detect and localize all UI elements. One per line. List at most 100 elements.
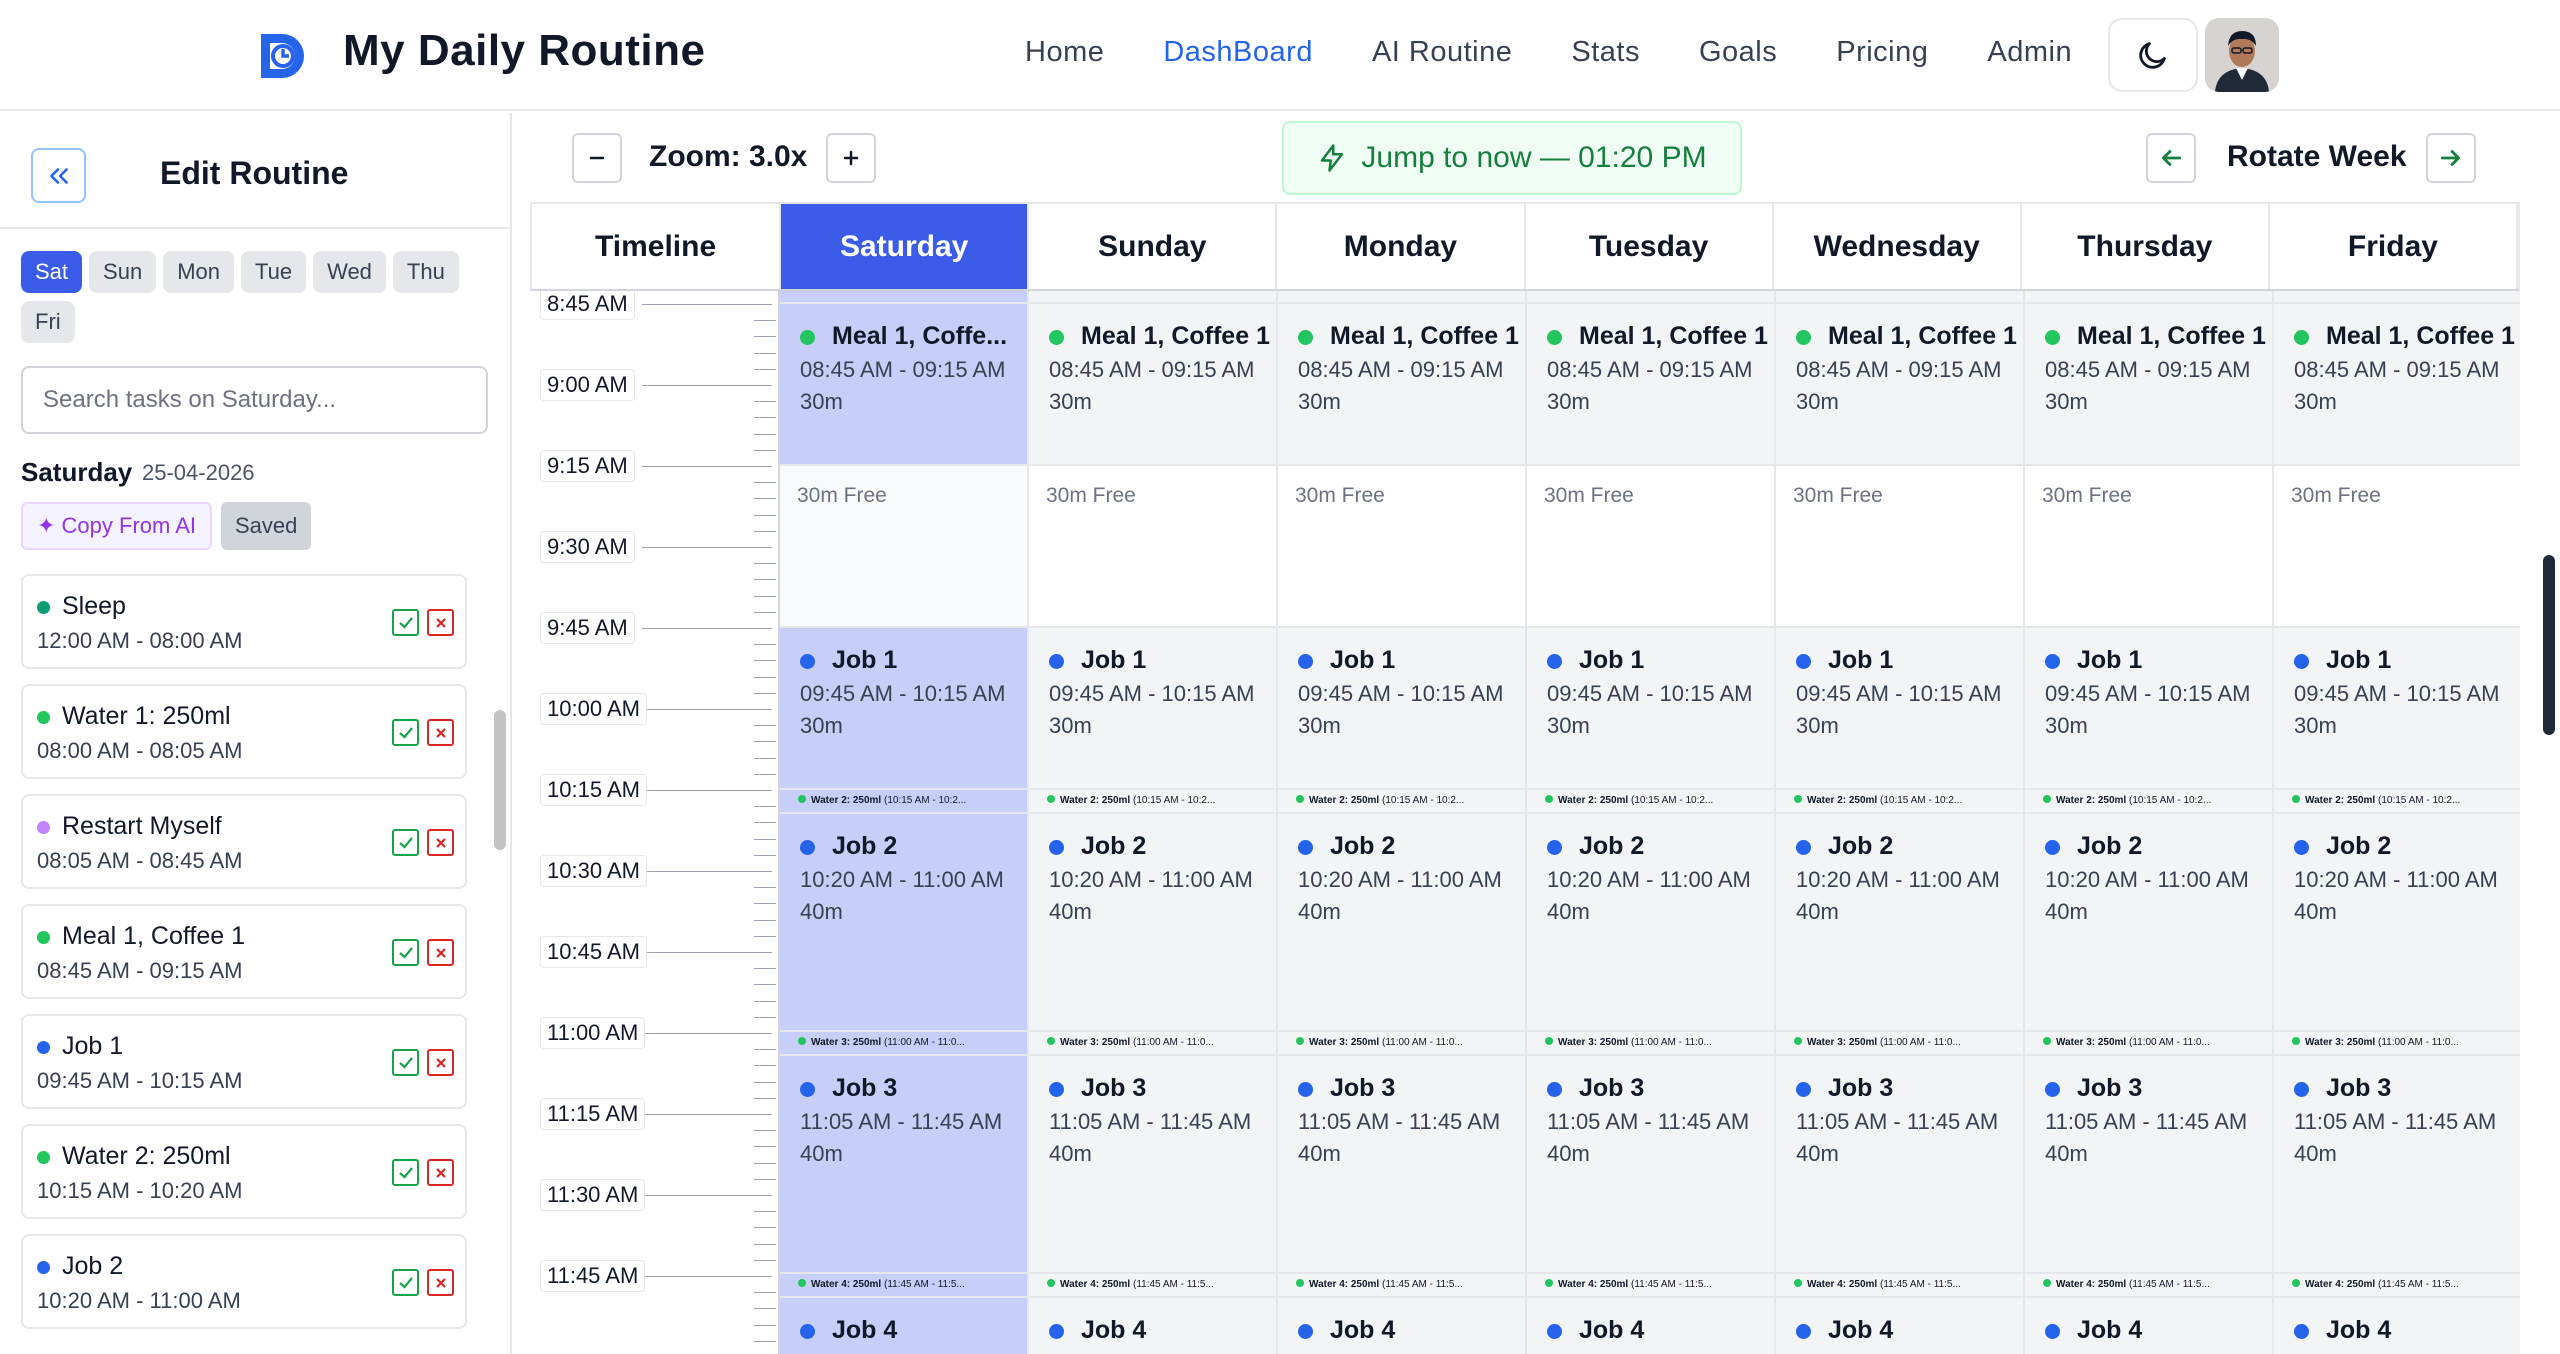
water-task-block[interactable]: Water 4: 250ml (11:45 AM - 11:5... — [1029, 1274, 1276, 1298]
rotate-week-next-button[interactable] — [2426, 133, 2476, 183]
water-task-block[interactable]: Water 2: 250ml (10:15 AM - 10:2... — [1278, 790, 1525, 814]
nav-pricing[interactable]: Pricing — [1836, 36, 1928, 69]
task-block[interactable]: Job 2 10:20 AM - 11:00 AM 40m — [1278, 814, 1525, 1032]
theme-toggle-button[interactable] — [2108, 18, 2198, 92]
task-block[interactable]: Job 3 11:05 AM - 11:45 AM 40m — [1527, 1056, 1774, 1274]
day-tab-mon[interactable]: Mon — [163, 251, 234, 293]
task-card[interactable]: Restart Myself 08:05 AM - 08:45 AM — [21, 794, 467, 889]
water-task-block[interactable]: Water 2: 250ml (10:15 AM - 10:2... — [780, 790, 1027, 814]
task-card[interactable]: Meal 1, Coffee 1 08:45 AM - 09:15 AM — [21, 904, 467, 999]
zoom-out-button[interactable] — [572, 133, 622, 183]
free-slot-block[interactable]: 30m Free — [780, 466, 1027, 628]
task-card[interactable]: Job 1 09:45 AM - 10:15 AM — [21, 1014, 467, 1109]
water-task-block[interactable]: Water 3: 250ml (11:00 AM - 11:0... — [2274, 1032, 2520, 1056]
jump-to-now-button[interactable]: Jump to now — 01:20 PM — [1282, 121, 1742, 195]
copy-from-ai-button[interactable]: ✦ Copy From AI — [21, 502, 213, 550]
water-task-block[interactable]: Water 2: 250ml (10:15 AM - 10:2... — [1029, 790, 1276, 814]
confirm-task-button[interactable] — [392, 1049, 419, 1076]
previous-task-block[interactable] — [1029, 291, 1276, 304]
confirm-task-button[interactable] — [392, 1269, 419, 1296]
task-block[interactable]: Job 1 09:45 AM - 10:15 AM 30m — [1776, 628, 2023, 790]
task-block[interactable]: Job 4 — [780, 1298, 1027, 1354]
nav-home[interactable]: Home — [1025, 36, 1104, 69]
water-task-block[interactable]: Water 4: 250ml (11:45 AM - 11:5... — [2274, 1274, 2520, 1298]
delete-task-button[interactable] — [427, 1049, 454, 1076]
saved-button[interactable]: Saved — [221, 502, 312, 550]
day-tab-wed[interactable]: Wed — [313, 251, 386, 293]
day-header-tuesday[interactable]: Tuesday — [1526, 204, 1774, 289]
previous-task-block[interactable] — [1278, 291, 1525, 304]
task-block[interactable]: Job 1 09:45 AM - 10:15 AM 30m — [2025, 628, 2272, 790]
nav-stats[interactable]: Stats — [1571, 36, 1640, 69]
app-title[interactable]: My Daily Routine — [343, 26, 706, 76]
nav-ai-routine[interactable]: AI Routine — [1372, 36, 1512, 69]
user-avatar[interactable] — [2205, 18, 2279, 92]
water-task-block[interactable]: Water 4: 250ml (11:45 AM - 11:5... — [1776, 1274, 2023, 1298]
task-block[interactable]: Job 3 11:05 AM - 11:45 AM 40m — [1029, 1056, 1276, 1274]
task-block[interactable]: Job 2 10:20 AM - 11:00 AM 40m — [1776, 814, 2023, 1032]
delete-task-button[interactable] — [427, 719, 454, 746]
water-task-block[interactable]: Water 4: 250ml (11:45 AM - 11:5... — [2025, 1274, 2272, 1298]
nav-admin[interactable]: Admin — [1987, 36, 2072, 69]
task-block[interactable]: Job 1 09:45 AM - 10:15 AM 30m — [1527, 628, 1774, 790]
confirm-task-button[interactable] — [392, 609, 419, 636]
delete-task-button[interactable] — [427, 829, 454, 856]
delete-task-button[interactable] — [427, 609, 454, 636]
task-block[interactable]: Job 4 — [1029, 1298, 1276, 1354]
water-task-block[interactable]: Water 4: 250ml (11:45 AM - 11:5... — [1278, 1274, 1525, 1298]
water-task-block[interactable]: Water 2: 250ml (10:15 AM - 10:2... — [2025, 790, 2272, 814]
task-block[interactable]: Job 2 10:20 AM - 11:00 AM 40m — [780, 814, 1027, 1032]
task-block[interactable]: Job 3 11:05 AM - 11:45 AM 40m — [780, 1056, 1027, 1274]
task-block[interactable]: Job 2 10:20 AM - 11:00 AM 40m — [1029, 814, 1276, 1032]
day-tab-sat[interactable]: Sat — [21, 251, 83, 293]
task-card[interactable]: Sleep 12:00 AM - 08:00 AM — [21, 574, 467, 669]
task-block[interactable]: Job 4 — [1278, 1298, 1525, 1354]
water-task-block[interactable]: Water 3: 250ml (11:00 AM - 11:0... — [2025, 1032, 2272, 1056]
free-slot-block[interactable]: 30m Free — [1029, 466, 1276, 628]
task-block[interactable]: Job 4 — [1527, 1298, 1774, 1354]
task-block[interactable]: Job 2 10:20 AM - 11:00 AM 40m — [2274, 814, 2520, 1032]
task-block[interactable]: Job 2 10:20 AM - 11:00 AM 40m — [1527, 814, 1774, 1032]
delete-task-button[interactable] — [427, 1269, 454, 1296]
previous-task-block[interactable] — [2274, 291, 2520, 304]
day-tab-tue[interactable]: Tue — [240, 251, 307, 293]
confirm-task-button[interactable] — [392, 829, 419, 856]
task-block[interactable]: Meal 1, Coffee 1 08:45 AM - 09:15 AM 30m — [1029, 304, 1276, 466]
day-header-sunday[interactable]: Sunday — [1029, 204, 1278, 289]
day-header-saturday[interactable]: Saturday — [781, 204, 1030, 289]
previous-task-block[interactable] — [1776, 291, 2023, 304]
nav-goals[interactable]: Goals — [1699, 36, 1777, 69]
day-header-monday[interactable]: Monday — [1277, 204, 1526, 289]
collapse-sidebar-button[interactable] — [31, 148, 86, 203]
water-task-block[interactable]: Water 4: 250ml (11:45 AM - 11:5... — [1527, 1274, 1774, 1298]
task-block[interactable]: Meal 1, Coffee 1 08:45 AM - 09:15 AM 30m — [1527, 304, 1774, 466]
app-logo-icon[interactable] — [258, 28, 314, 84]
day-tab-thu[interactable]: Thu — [392, 251, 459, 293]
free-slot-block[interactable]: 30m Free — [2025, 466, 2272, 628]
task-block[interactable]: Job 1 09:45 AM - 10:15 AM 30m — [780, 628, 1027, 790]
zoom-in-button[interactable] — [826, 133, 876, 183]
task-block[interactable]: Job 3 11:05 AM - 11:45 AM 40m — [1776, 1056, 2023, 1274]
task-block[interactable]: Meal 1, Coffee 1 08:45 AM - 09:15 AM 30m — [2025, 304, 2272, 466]
previous-task-block[interactable] — [1527, 291, 1774, 304]
confirm-task-button[interactable] — [392, 1159, 419, 1186]
task-block[interactable]: Job 1 09:45 AM - 10:15 AM 30m — [1278, 628, 1525, 790]
delete-task-button[interactable] — [427, 939, 454, 966]
day-tab-fri[interactable]: Fri — [21, 301, 75, 343]
water-task-block[interactable]: Water 2: 250ml (10:15 AM - 10:2... — [1776, 790, 2023, 814]
water-task-block[interactable]: Water 4: 250ml (11:45 AM - 11:5... — [780, 1274, 1027, 1298]
page-scrollbar[interactable] — [2543, 555, 2555, 735]
water-task-block[interactable]: Water 2: 250ml (10:15 AM - 10:2... — [1527, 790, 1774, 814]
task-card[interactable]: Job 2 10:20 AM - 11:00 AM — [21, 1234, 467, 1329]
task-search-input[interactable]: Search tasks on Saturday... — [21, 366, 488, 434]
water-task-block[interactable]: Water 3: 250ml (11:00 AM - 11:0... — [1278, 1032, 1525, 1056]
previous-task-block[interactable] — [2025, 291, 2272, 304]
free-slot-block[interactable]: 30m Free — [2274, 466, 2520, 628]
task-block[interactable]: Job 2 10:20 AM - 11:00 AM 40m — [2025, 814, 2272, 1032]
day-header-thursday[interactable]: Thursday — [2022, 204, 2270, 289]
confirm-task-button[interactable] — [392, 719, 419, 746]
task-block[interactable]: Job 1 09:45 AM - 10:15 AM 30m — [2274, 628, 2520, 790]
free-slot-block[interactable]: 30m Free — [1527, 466, 1774, 628]
task-block[interactable]: Meal 1, Coffee 1 08:45 AM - 09:15 AM 30m — [2274, 304, 2520, 466]
water-task-block[interactable]: Water 2: 250ml (10:15 AM - 10:2... — [2274, 790, 2520, 814]
